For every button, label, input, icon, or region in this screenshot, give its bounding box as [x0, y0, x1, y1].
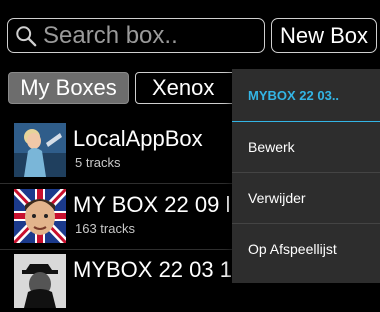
search-icon: [16, 25, 37, 46]
tab-xenox[interactable]: Xenox: [135, 72, 240, 104]
box-title: MYBOX 22 03 1: [73, 257, 232, 282]
menu-item-bewerk[interactable]: Bewerk: [232, 122, 380, 172]
box-thumbnail: [14, 189, 66, 243]
box-title: MY BOX 22 09 l: [73, 192, 231, 217]
menu-item-op-afspeellijst[interactable]: Op Afspeellijst: [232, 224, 380, 274]
box-title: LocalAppBox: [73, 126, 203, 151]
box-thumbnail: [14, 254, 66, 308]
context-menu-title: MYBOX 22 03..: [248, 87, 340, 103]
box-thumbnail: [14, 123, 66, 177]
search-bar[interactable]: [7, 18, 265, 53]
tab-my-boxes[interactable]: My Boxes: [8, 72, 129, 104]
box-track-count: 163 tracks: [75, 221, 135, 236]
search-input[interactable]: [43, 19, 264, 52]
new-box-button[interactable]: New Box: [271, 18, 377, 53]
menu-item-verwijder[interactable]: Verwijder: [232, 173, 380, 223]
box-track-count: 5 tracks: [75, 155, 121, 170]
context-menu: MYBOX 22 03.. Bewerk Verwijder Op Afspee…: [232, 69, 380, 283]
